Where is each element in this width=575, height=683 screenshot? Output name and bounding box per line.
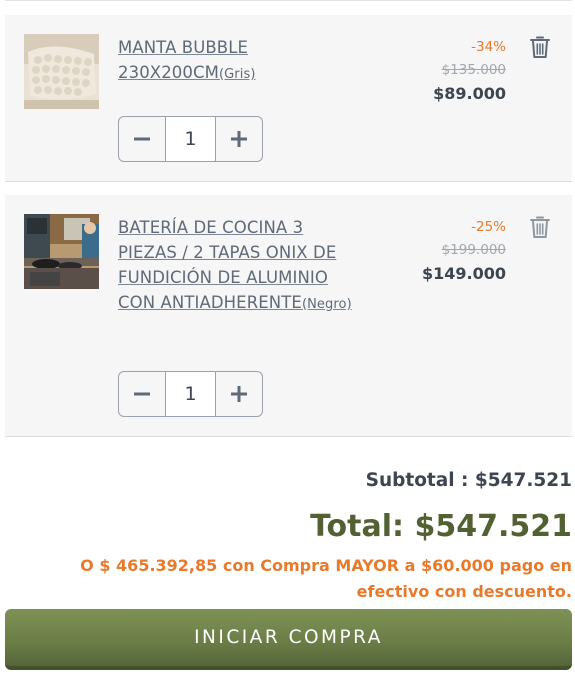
trash-icon[interactable] xyxy=(529,35,551,59)
blanket-photo-icon xyxy=(24,34,99,109)
cash-discount-note: O $ 465.392,85 con Compra MAYOR a $60.00… xyxy=(80,556,572,601)
quantity-input[interactable]: 1 xyxy=(165,372,216,416)
product-variant: (Gris) xyxy=(218,67,256,82)
original-price: $199.000 xyxy=(441,242,506,258)
sale-price: $149.000 xyxy=(421,264,506,283)
plus-icon xyxy=(230,131,247,147)
product-name-link[interactable]: BATERÍA DE COCINA 3 PIEZAS / 2 TAPAS ONI… xyxy=(118,215,363,317)
cookware-photo-icon xyxy=(24,214,99,289)
checkout-button[interactable]: INICIAR COMPRA xyxy=(5,609,572,670)
top-divider xyxy=(5,0,572,1)
cart-item: BATERÍA DE COCINA 3 PIEZAS / 2 TAPAS ONI… xyxy=(5,195,572,437)
discount-badge: -34% xyxy=(471,39,506,55)
product-name-link[interactable]: MANTA BUBBLE 230X200CM(Gris) xyxy=(118,35,363,87)
quantity-stepper: 1 xyxy=(118,116,263,162)
product-variant: (Negro) xyxy=(301,297,352,312)
decrease-button[interactable] xyxy=(119,117,165,161)
product-image[interactable] xyxy=(24,214,99,289)
price-block: -34% $135.000 $89.000 xyxy=(433,37,506,105)
subtotal: Subtotal : $547.521 xyxy=(365,470,572,491)
minus-icon xyxy=(134,392,151,396)
discount-badge: -25% xyxy=(471,219,506,235)
minus-icon xyxy=(134,137,151,141)
decrease-button[interactable] xyxy=(119,372,165,416)
cart-item: MANTA BUBBLE 230X200CM(Gris) -34% $135.0… xyxy=(5,15,572,182)
increase-button[interactable] xyxy=(216,372,262,416)
order-total: Total: $547.521 xyxy=(310,509,572,544)
plus-icon xyxy=(230,386,247,402)
trash-icon[interactable] xyxy=(529,215,551,239)
product-image[interactable] xyxy=(24,34,99,109)
original-price: $135.000 xyxy=(441,62,506,78)
quantity-input[interactable]: 1 xyxy=(165,117,216,161)
quantity-stepper: 1 xyxy=(118,371,263,417)
sale-price: $89.000 xyxy=(433,84,506,103)
increase-button[interactable] xyxy=(216,117,262,161)
price-block: -25% $199.000 $149.000 xyxy=(422,217,506,285)
